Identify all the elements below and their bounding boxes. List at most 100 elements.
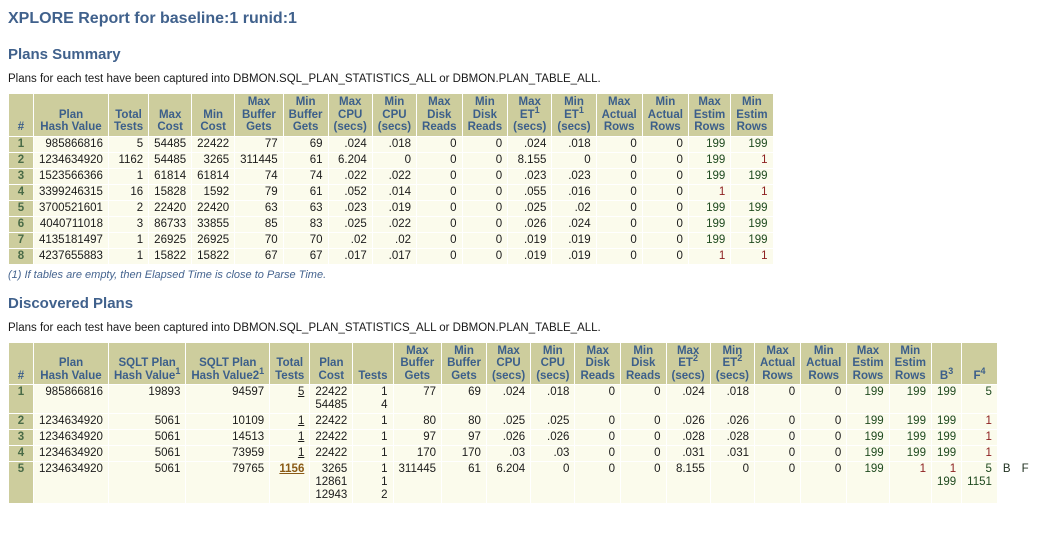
column-header: Max Actual Rows xyxy=(755,342,801,384)
total-tests-link[interactable]: 1 xyxy=(270,446,310,461)
column-header: B3 xyxy=(931,342,962,384)
table-cell: 0 xyxy=(417,216,462,232)
table-cell: 0 xyxy=(801,385,847,413)
table-cell: 0 xyxy=(801,430,847,445)
table-cell: 1234634920 xyxy=(34,152,108,168)
total-tests-link[interactable]: 1 xyxy=(270,414,310,429)
table-row: 1 985866816 19893 94597 5 22422 54485 1 4 77 69.02… xyxy=(9,385,1034,413)
table-cell: 199 xyxy=(688,216,731,232)
table-cell: .02 xyxy=(372,232,417,248)
table-cell: 70 xyxy=(235,232,283,248)
report-page: XPLORE Report for baseline:1 runid:1 Pla… xyxy=(0,0,1060,504)
table-cell: 97 xyxy=(442,430,486,445)
table-row: 3 1234634920 5061 14513 1 22422 1 97 97.026.026 0… xyxy=(9,430,1034,445)
table-cell: 0 xyxy=(801,414,847,429)
table-cell: 199 xyxy=(847,446,889,461)
table-cell: 0 xyxy=(462,232,508,248)
table-cell: 0 xyxy=(642,152,688,168)
column-header: Max Actual Rows xyxy=(596,94,642,136)
table-cell: 170 xyxy=(442,446,486,461)
table-cell: 199 xyxy=(688,152,731,168)
table-cell: 86733 xyxy=(149,216,192,232)
table-cell: 0 xyxy=(417,168,462,184)
table-cell: 0 xyxy=(596,168,642,184)
table-cell: 199 xyxy=(847,430,889,445)
table-row: 6 4040711018 3 86733 33855 85 83.025.022 0 0.026… xyxy=(9,216,773,232)
column-header: Min Cost xyxy=(192,94,235,136)
table-cell: 0 xyxy=(642,184,688,200)
table-cell: 199 xyxy=(931,414,962,429)
table-cell: .018 xyxy=(552,136,596,152)
table-cell: 61814 xyxy=(192,168,235,184)
table-cell: .055 xyxy=(508,184,552,200)
total-tests-link[interactable]: 5 xyxy=(270,385,310,413)
table-cell: 22422 54485 xyxy=(310,385,353,413)
table-cell: .018 xyxy=(710,385,754,413)
table-cell: 1 xyxy=(962,414,997,429)
table-cell: .025 xyxy=(508,200,552,216)
table-cell: .023 xyxy=(328,200,372,216)
table-row: 2 1234634920 1162 54485 3265 311445 61 6.204 0 0 0… xyxy=(9,152,773,168)
table-cell: 10109 xyxy=(186,414,270,429)
table-cell: 26925 xyxy=(149,232,192,248)
table-cell: 985866816 xyxy=(34,385,108,413)
row-index: 3 xyxy=(9,168,33,184)
table-cell: 63 xyxy=(235,200,283,216)
table-cell: .025 xyxy=(328,216,372,232)
table-cell: 85 xyxy=(235,216,283,232)
table-cell: 54485 xyxy=(149,136,192,152)
table-cell: .022 xyxy=(372,168,417,184)
table-cell: 1 xyxy=(108,232,149,248)
table-cell: 199 xyxy=(847,414,889,429)
table-cell: .025 xyxy=(486,414,531,429)
column-header: Max ET1 (secs) xyxy=(508,94,552,136)
table-cell: 3 xyxy=(108,216,149,232)
table-cell: .023 xyxy=(552,168,596,184)
table-cell: 0 xyxy=(462,168,508,184)
table-cell: 5061 xyxy=(108,446,186,461)
table-cell: 199 xyxy=(847,462,889,503)
table-cell: 0 xyxy=(417,184,462,200)
row-index: 7 xyxy=(9,232,33,248)
table-cell: 1234634920 xyxy=(34,446,108,461)
table-cell: 77 xyxy=(235,136,283,152)
table-cell: 74 xyxy=(235,168,283,184)
table-cell: 22422 xyxy=(310,446,353,461)
table-cell: 79765 xyxy=(186,462,270,503)
table-cell: 0 xyxy=(462,216,508,232)
table-row: 3 1523566366 1 61814 61814 74 74.022.022 0 0.023… xyxy=(9,168,773,184)
table-cell: 0 xyxy=(642,136,688,152)
row-index: 3 xyxy=(9,430,33,445)
table-cell: .014 xyxy=(372,184,417,200)
table-cell: 22422 xyxy=(192,136,235,152)
column-header: Min Buffer Gets xyxy=(283,94,328,136)
table-cell: 170 xyxy=(393,446,442,461)
column-header: Min CPU (secs) xyxy=(531,342,575,384)
total-tests-link[interactable]: 1156 xyxy=(270,462,310,503)
column-header: Max CPU (secs) xyxy=(486,342,531,384)
table-cell: 54485 xyxy=(149,152,192,168)
table-cell: 0 xyxy=(575,446,620,461)
table-cell: .028 xyxy=(666,430,710,445)
column-header: SQLT Plan Hash Value21 xyxy=(186,342,270,384)
bind-flag xyxy=(998,430,1016,445)
table-cell: 1 xyxy=(108,248,149,264)
table-cell: 0 xyxy=(417,248,462,264)
table-cell: 1234634920 xyxy=(34,414,108,429)
table-cell: 1 xyxy=(731,248,773,264)
total-tests-link[interactable]: 1 xyxy=(270,430,310,445)
column-header: Tests xyxy=(353,342,393,384)
table-cell: 80 xyxy=(442,414,486,429)
discovered-plans-heading: Discovered Plans xyxy=(8,294,134,312)
column-header: Plan Cost xyxy=(310,342,353,384)
table-cell: 0 xyxy=(575,430,620,445)
table-cell: 69 xyxy=(283,136,328,152)
column-header: Min CPU (secs) xyxy=(372,94,417,136)
table-cell: 94597 xyxy=(186,385,270,413)
table-cell: .02 xyxy=(552,200,596,216)
table-cell: 0 xyxy=(462,184,508,200)
table-cell: 15822 xyxy=(192,248,235,264)
table-cell: 199 xyxy=(931,430,962,445)
page-title: XPLORE Report for baseline:1 runid:1 xyxy=(8,10,297,27)
table-cell: .017 xyxy=(372,248,417,264)
